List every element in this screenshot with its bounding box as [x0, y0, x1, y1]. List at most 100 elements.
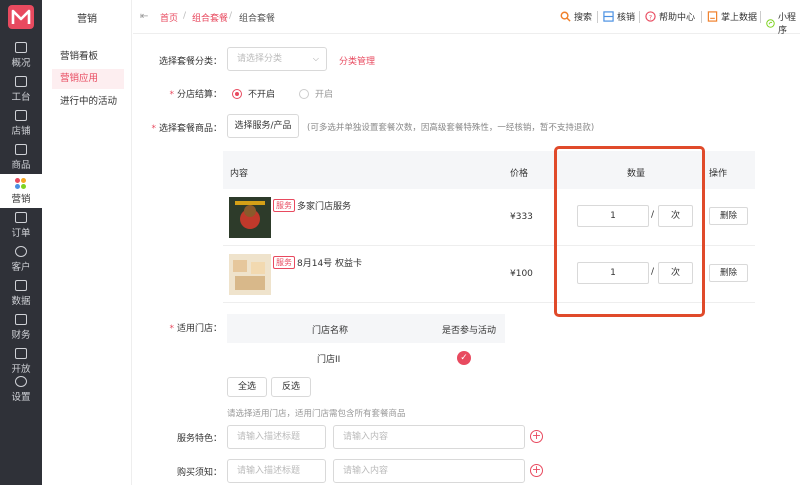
palm-data-button[interactable]: 掌上数据: [707, 10, 757, 23]
chart-icon: [15, 41, 27, 53]
submenu-item-dashboard[interactable]: 营销看板: [52, 47, 124, 67]
bag-icon: [15, 143, 27, 155]
product-thumbnail: [229, 197, 271, 238]
notice-label: 购买须知：: [176, 468, 222, 478]
breadcrumb-parent[interactable]: 组合套餐: [192, 11, 228, 24]
help-icon: ?: [645, 11, 656, 22]
nav-item-finance[interactable]: 财务: [0, 310, 42, 344]
verify-button[interactable]: 核销: [603, 10, 635, 23]
mini-program-button[interactable]: 小程序: [766, 10, 800, 36]
marketing-icon: [15, 177, 27, 189]
settlement-label: * 分店结算：: [169, 90, 222, 100]
nav-item-marketing[interactable]: 营销: [0, 174, 42, 208]
nav-label: 营销: [11, 193, 31, 205]
mini-program-label: 小程序: [777, 13, 796, 36]
table-header: 门店名称 是否参与活动: [227, 314, 505, 343]
breadcrumb-home[interactable]: 首页: [160, 11, 178, 24]
products-hint: (可多选并单独设置套餐次数，因高级套餐特殊性，一经核销，暂不支持退款): [307, 123, 595, 133]
finance-icon: [15, 313, 27, 325]
product-name: 多家门店服务: [297, 202, 352, 212]
notice-title-input[interactable]: 请输入描述标题: [227, 459, 326, 483]
product-price: ¥333: [510, 212, 533, 222]
feature-title-input[interactable]: 请输入描述标题: [227, 425, 326, 449]
products-label: * 选择套餐商品：: [151, 124, 222, 134]
settlement-off-radio[interactable]: 不开启: [232, 87, 275, 100]
nav-label: 商品: [11, 159, 31, 171]
nav-label: 概况: [11, 57, 31, 69]
stores-hint: 请选择适用门店，适用门店需包含所有套餐商品: [227, 409, 406, 419]
top-bar: ⇤ 首页 / 组合套餐 / 组合套餐 搜索 核销 ? 帮助中心 掌上数据 小程序: [133, 0, 800, 36]
service-tag: 服务: [273, 199, 295, 212]
breadcrumb-current: 组合套餐: [239, 14, 276, 24]
col-join: 是否参与活动: [442, 326, 497, 336]
table-row: 门店II ✓: [227, 343, 505, 373]
search-button[interactable]: 搜索: [560, 10, 592, 23]
nav-item-data[interactable]: 数据: [0, 276, 42, 310]
store-name: 门店II: [317, 355, 341, 365]
delete-button[interactable]: 删除: [709, 264, 748, 282]
nav-item-store[interactable]: 店铺: [0, 106, 42, 140]
chevron-down-icon: ⌵: [312, 54, 319, 63]
submenu-item-apps[interactable]: 营销应用: [52, 69, 124, 89]
col-price: 价格: [510, 169, 529, 179]
store-icon: [15, 109, 27, 121]
data-icon: [15, 279, 27, 291]
mini-program-icon: [766, 18, 775, 28]
radio-label: 不开启: [248, 90, 276, 100]
product-thumbnail: [229, 254, 271, 295]
palm-data-label: 掌上数据: [721, 13, 758, 23]
settlement-on-radio[interactable]: 开启: [299, 87, 333, 100]
category-select[interactable]: 请选择分类 ⌵: [227, 47, 327, 71]
order-icon: [15, 211, 27, 223]
nav-item-orders[interactable]: 订单: [0, 208, 42, 242]
category-label: 选择套餐分类：: [158, 57, 222, 67]
search-icon: [560, 11, 571, 22]
invert-selection-button[interactable]: 反选: [271, 377, 311, 397]
customer-icon: [15, 245, 27, 257]
product-price: ¥100: [510, 269, 533, 279]
col-store-name: 门店名称: [312, 326, 349, 336]
quantity-highlight-box: [554, 146, 705, 317]
phone-data-icon: [707, 11, 718, 22]
collapse-menu-icon[interactable]: ⇤: [140, 11, 148, 22]
verify-label: 核销: [617, 13, 636, 23]
svg-text:?: ?: [649, 13, 652, 21]
add-notice-icon[interactable]: +: [530, 464, 543, 477]
nav-item-settings[interactable]: 设置: [0, 372, 42, 406]
feature-label: 服务特色：: [176, 434, 222, 444]
breadcrumb-separator: /: [183, 11, 187, 21]
col-content: 内容: [230, 169, 249, 179]
col-action: 操作: [709, 169, 728, 179]
submenu-item-active-campaigns[interactable]: 进行中的活动: [52, 92, 124, 112]
category-manage-link[interactable]: 分类管理: [339, 54, 375, 67]
store-table: 门店名称 是否参与活动 门店II ✓: [227, 314, 505, 373]
breadcrumb-separator: /: [229, 11, 233, 21]
radio-unchecked-icon: [299, 88, 309, 99]
nav-item-workbench[interactable]: 工台: [0, 72, 42, 106]
help-center-button[interactable]: ? 帮助中心: [645, 10, 695, 23]
feature-content-input[interactable]: 请输入内容: [333, 425, 525, 449]
nav-label: 订单: [11, 227, 31, 239]
select-all-button[interactable]: 全选: [227, 377, 267, 397]
app-logo[interactable]: [0, 0, 42, 34]
nav-label: 工台: [11, 91, 31, 103]
add-feature-icon[interactable]: +: [530, 430, 543, 443]
radio-checked-icon: [232, 88, 242, 99]
settings-icon: [15, 375, 27, 387]
category-placeholder: 请选择分类: [237, 54, 283, 64]
search-label: 搜索: [574, 13, 593, 23]
nav-item-goods[interactable]: 商品: [0, 140, 42, 174]
nav-label: 店铺: [11, 125, 31, 137]
nav-item-overview[interactable]: 概况: [0, 38, 42, 72]
radio-label: 开启: [315, 90, 334, 100]
stores-label: * 适用门店：: [169, 324, 222, 334]
submenu-title: 营销: [77, 14, 97, 25]
choose-products-button[interactable]: 选择服务/产品: [227, 114, 299, 138]
nav-label: 数据: [11, 295, 31, 307]
notice-content-input[interactable]: 请输入内容: [333, 459, 525, 483]
nav-label: 设置: [11, 391, 31, 403]
check-icon[interactable]: ✓: [457, 351, 471, 365]
delete-button[interactable]: 删除: [709, 207, 748, 225]
help-label: 帮助中心: [659, 13, 696, 23]
nav-item-customers[interactable]: 客户: [0, 242, 42, 276]
